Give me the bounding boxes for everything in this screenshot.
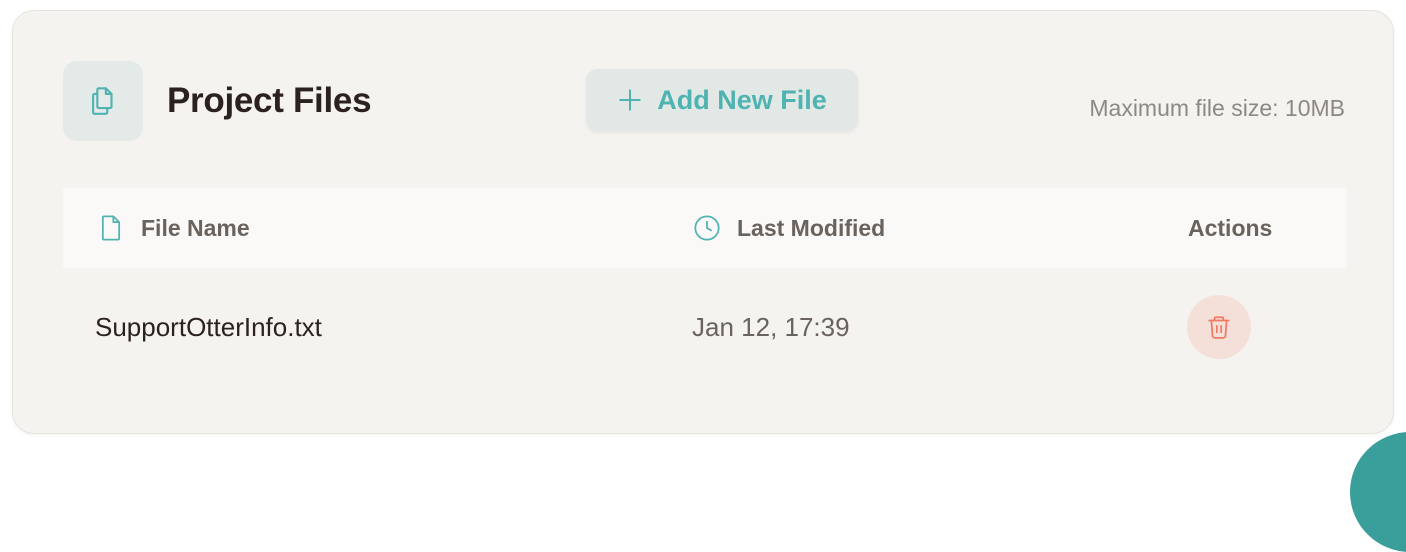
- max-file-size-note: Maximum file size: 10MB: [1089, 95, 1345, 121]
- project-files-card: Project Files Add New File Maximum file …: [12, 10, 1394, 434]
- column-header-file-name[interactable]: File Name: [97, 188, 250, 268]
- documents-icon: [92, 87, 113, 115]
- file-icon: [101, 215, 121, 241]
- page-title: Project Files: [167, 81, 372, 120]
- delete-file-button[interactable]: [1187, 295, 1251, 359]
- clock-icon: [694, 215, 720, 241]
- column-header-file-name-label: File Name: [141, 214, 250, 241]
- column-header-actions: Actions: [1188, 188, 1272, 268]
- plus-icon: [619, 89, 641, 111]
- add-new-file-button[interactable]: Add New File: [586, 69, 858, 131]
- trash-icon: [1208, 316, 1230, 339]
- project-files-icon-box: [63, 61, 143, 141]
- column-header-last-modified-label: Last Modified: [737, 214, 886, 241]
- last-modified-cell: Jan 12, 17:39: [692, 312, 850, 342]
- table-row: SupportOtterInfo.txt Jan 12, 17:39: [63, 268, 1347, 388]
- add-new-file-label: Add New File: [657, 84, 827, 115]
- floating-chat-button[interactable]: [1350, 432, 1406, 552]
- file-name-cell[interactable]: SupportOtterInfo.txt: [95, 312, 322, 343]
- column-header-last-modified[interactable]: Last Modified: [693, 188, 885, 268]
- column-header-actions-label: Actions: [1188, 214, 1273, 241]
- files-table-header: File Name Last Modified Actions: [63, 188, 1347, 268]
